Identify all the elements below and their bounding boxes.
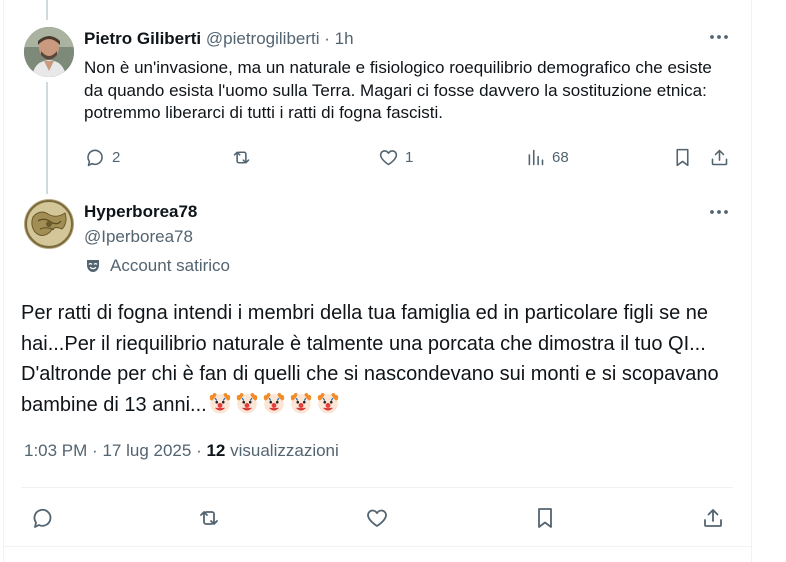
bookmark-button[interactable] xyxy=(533,506,557,530)
reply-count: 2 xyxy=(112,149,121,166)
satire-mask-icon xyxy=(87,260,99,272)
views-icon xyxy=(528,149,544,166)
clown-face-icon xyxy=(288,390,314,416)
like-icon xyxy=(367,509,387,527)
like-count: 1 xyxy=(405,149,414,166)
satire-label-text: Account satirico xyxy=(110,256,230,275)
bookmark-button[interactable] xyxy=(672,147,693,168)
share-icon xyxy=(711,149,728,166)
post-date[interactable]: 17 lug 2025 xyxy=(102,441,191,460)
post-time[interactable]: 1:03 PM xyxy=(24,441,87,460)
retweet-button[interactable] xyxy=(231,147,258,168)
clown-face-icon xyxy=(234,390,260,416)
thread-line-connector xyxy=(46,82,48,194)
like-button[interactable]: 1 xyxy=(378,147,413,168)
author-name[interactable]: Pietro Giliberti xyxy=(84,29,201,48)
more-icon[interactable] xyxy=(709,27,729,52)
post-time[interactable]: 1h xyxy=(335,29,354,48)
like-icon xyxy=(379,150,398,166)
reply-text: Non è un'invasione, ma un naturale e fis… xyxy=(84,58,712,122)
meta-separator: · xyxy=(196,441,202,460)
divider xyxy=(3,546,752,547)
header-separator: · xyxy=(324,29,330,48)
avatar[interactable] xyxy=(24,199,74,249)
more-icon[interactable] xyxy=(709,202,729,227)
author-name[interactable]: Hyperborea78 xyxy=(84,202,197,222)
reply-header: Pietro Giliberti @pietrogiliberti · 1h xyxy=(84,29,354,49)
emoji-group xyxy=(207,392,342,416)
reply-icon xyxy=(87,149,103,167)
retweet-icon xyxy=(200,511,218,525)
thread-line-top xyxy=(46,0,48,20)
post-text: Per ratti di fogna intendi i membri dell… xyxy=(21,298,741,420)
like-button[interactable] xyxy=(365,506,389,530)
views-label: visualizzazioni xyxy=(230,441,339,460)
clown-face-icon xyxy=(315,390,341,416)
clown-face-icon xyxy=(207,390,233,416)
satire-label[interactable]: Account satirico xyxy=(84,256,230,276)
meta-separator: · xyxy=(92,441,98,460)
share-button[interactable] xyxy=(701,506,725,530)
post-text-content: Per ratti di fogna intendi i membri dell… xyxy=(21,302,719,416)
bookmark-icon xyxy=(538,508,552,528)
share-icon xyxy=(704,509,722,527)
share-button[interactable] xyxy=(709,147,730,168)
reply-button[interactable] xyxy=(31,506,55,530)
views-button[interactable]: 68 xyxy=(525,147,569,168)
retweet-button[interactable] xyxy=(197,506,221,530)
post-meta: 1:03 PM · 17 lug 2025 · 12 visualizzazio… xyxy=(24,441,339,461)
reply-icon xyxy=(33,508,52,528)
clown-face-icon xyxy=(261,390,287,416)
avatar[interactable] xyxy=(24,27,74,77)
divider xyxy=(21,487,733,488)
bookmark-icon xyxy=(676,148,689,167)
views-count: 68 xyxy=(552,149,569,166)
author-handle[interactable]: @Iperborea78 xyxy=(84,227,193,247)
views-number: 12 xyxy=(206,441,226,460)
retweet-icon xyxy=(233,151,250,164)
author-handle[interactable]: @pietrogiliberti xyxy=(206,29,320,48)
reply-button[interactable]: 2 xyxy=(85,147,120,168)
